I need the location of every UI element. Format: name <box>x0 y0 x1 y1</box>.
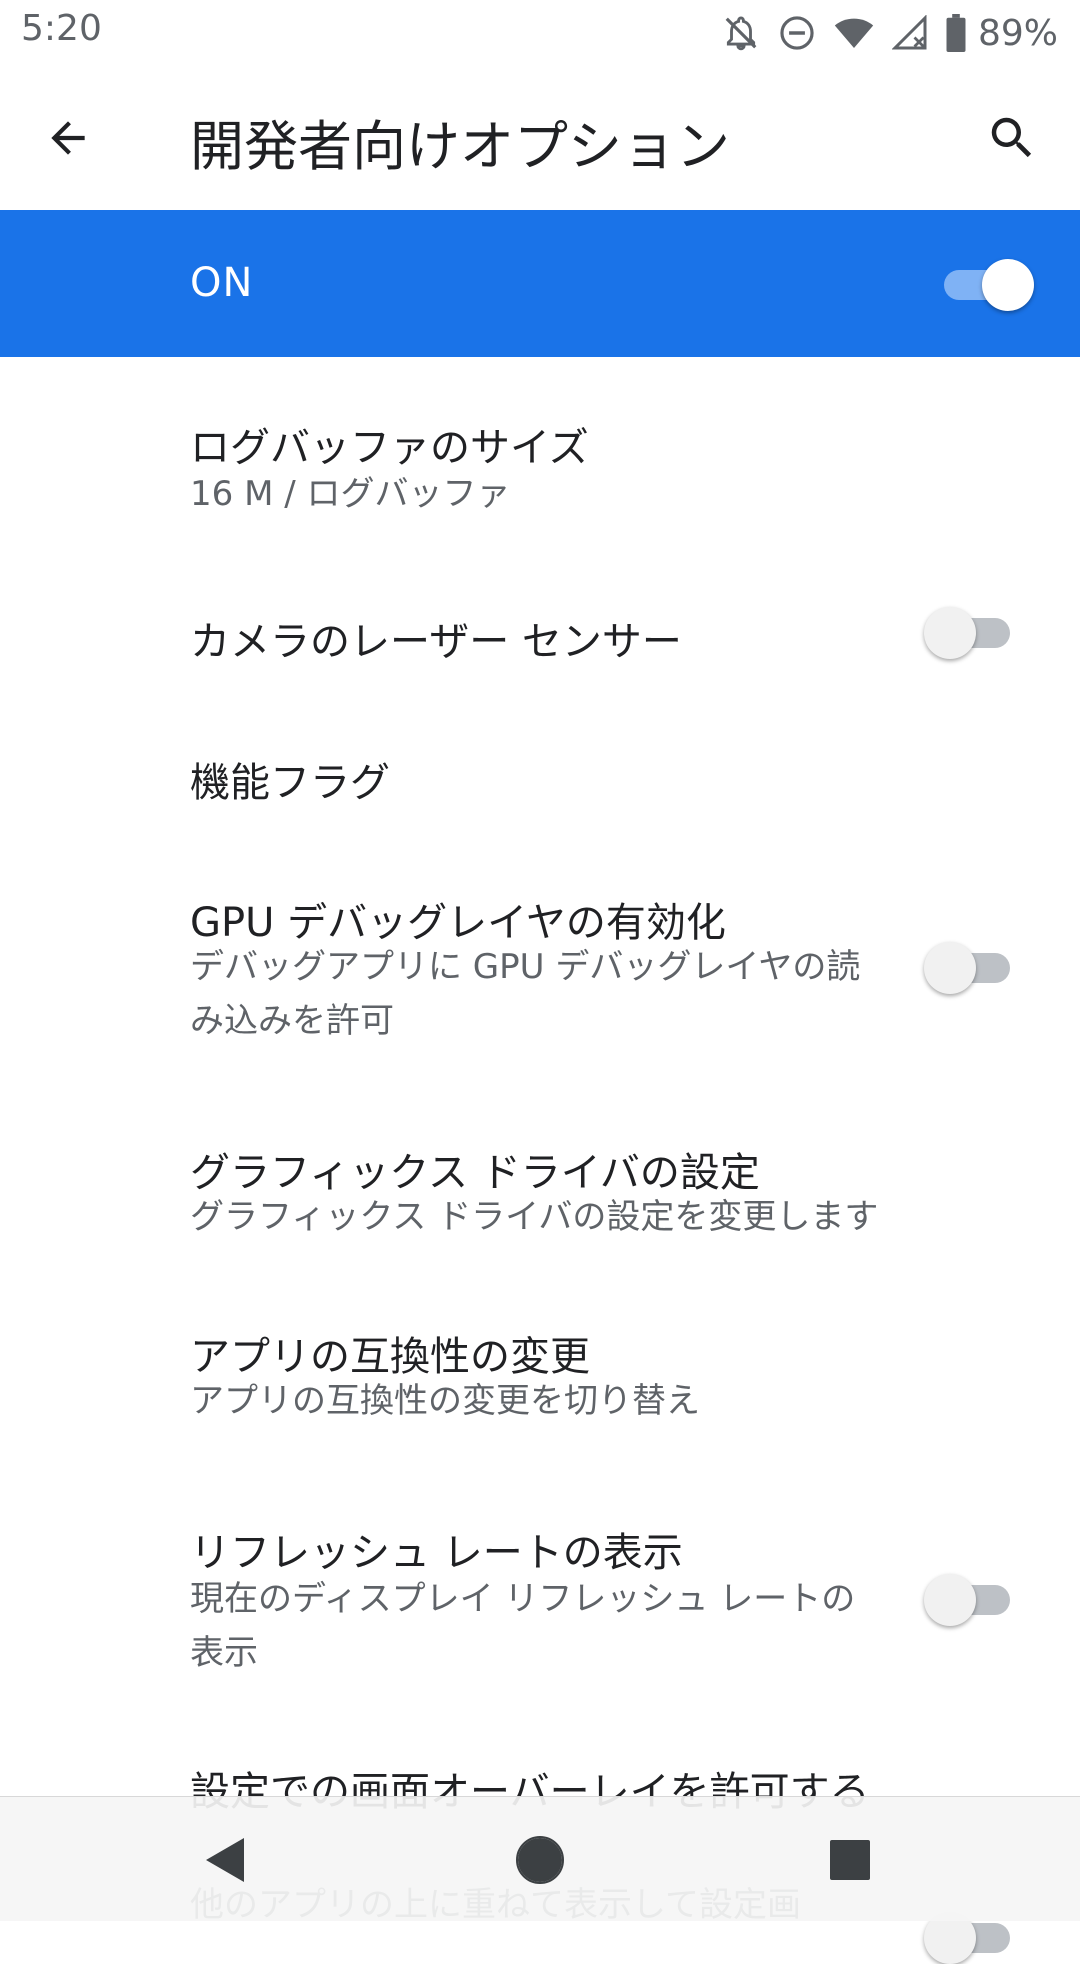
nav-back-icon <box>206 1838 244 1882</box>
toggle-switch[interactable] <box>924 942 1010 994</box>
back-button[interactable] <box>36 106 100 170</box>
battery-percentage: 89% <box>977 12 1058 54</box>
toggle-thumb <box>924 942 976 994</box>
item-title: 機能フラグ <box>190 760 390 806</box>
status-bar: 5:20 89% <box>0 0 1080 66</box>
toggle-thumb <box>982 259 1034 311</box>
toggle-switch[interactable] <box>924 1574 1010 1626</box>
master-toggle[interactable] <box>944 258 1034 311</box>
nav-back-button[interactable] <box>190 1825 260 1895</box>
arrow-back-icon <box>51 121 85 155</box>
item-summary: グラフィックス ドライバの設定を変更します <box>190 1197 879 1237</box>
list-item-camera-laser-sensor[interactable]: カメラのレーザー センサー <box>0 529 1080 738</box>
master-switch-label: ON <box>190 260 254 306</box>
item-summary: アプリの互換性の変更を切り替え <box>190 1381 700 1421</box>
master-switch-bar[interactable]: ON <box>0 210 1080 357</box>
toggle-thumb <box>924 607 976 659</box>
page-title: 開発者向けオプション <box>190 115 730 178</box>
status-time: 5:20 <box>21 8 102 49</box>
list-item-show-refresh-rate[interactable]: リフレッシュ レートの表示 現在のディスプレイ リフレッシュ レートの表示 <box>0 1462 1080 1732</box>
wifi-icon <box>834 18 874 48</box>
item-summary: 現在のディスプレイ リフレッシュ レートの表示 <box>190 1579 856 1673</box>
list-item-graphics-driver-settings[interactable]: グラフィックス ドライバの設定 グラフィックス ドライバの設定を変更します <box>0 1088 1080 1272</box>
item-summary: 16 M / ログバッファ <box>190 474 511 514</box>
list-item-gpu-debug-layers[interactable]: GPU デバッグレイヤの有効化 デバッグアプリに GPU デバッグレイヤの読み込… <box>0 872 1080 1088</box>
notifications-off-icon <box>725 16 757 51</box>
list-item-log-buffer-size[interactable]: ログバッファのサイズ 16 M / ログバッファ <box>0 357 1080 529</box>
status-icons: 89% <box>722 10 1058 56</box>
list-item-feature-flags[interactable]: 機能フラグ <box>0 738 1080 872</box>
nav-home-icon <box>516 1836 564 1884</box>
list-item-app-compatibility-changes[interactable]: アプリの互換性の変更 アプリの互換性の変更を切り替え <box>0 1272 1080 1462</box>
item-title: カメラのレーザー センサー <box>190 619 682 665</box>
app-bar: 開発者向けオプション <box>0 66 1080 210</box>
nav-recents-icon <box>830 1840 870 1880</box>
do-not-disturb-icon <box>780 16 814 50</box>
toggle-switch[interactable] <box>924 607 1010 659</box>
system-navigation-bar <box>0 1796 1080 1921</box>
search-button[interactable] <box>980 106 1044 170</box>
search-icon <box>991 117 1032 158</box>
item-summary: デバッグアプリに GPU デバッグレイヤの読み込みを許可 <box>190 947 861 1041</box>
nav-recents-button[interactable] <box>815 1825 885 1895</box>
nav-home-button[interactable] <box>505 1825 575 1895</box>
item-title: ログバッファのサイズ <box>190 425 589 471</box>
cellular-no-signal-icon <box>891 15 927 50</box>
toggle-thumb <box>924 1574 976 1626</box>
item-title: リフレッシュ レートの表示 <box>190 1530 683 1576</box>
battery-icon <box>946 14 966 52</box>
